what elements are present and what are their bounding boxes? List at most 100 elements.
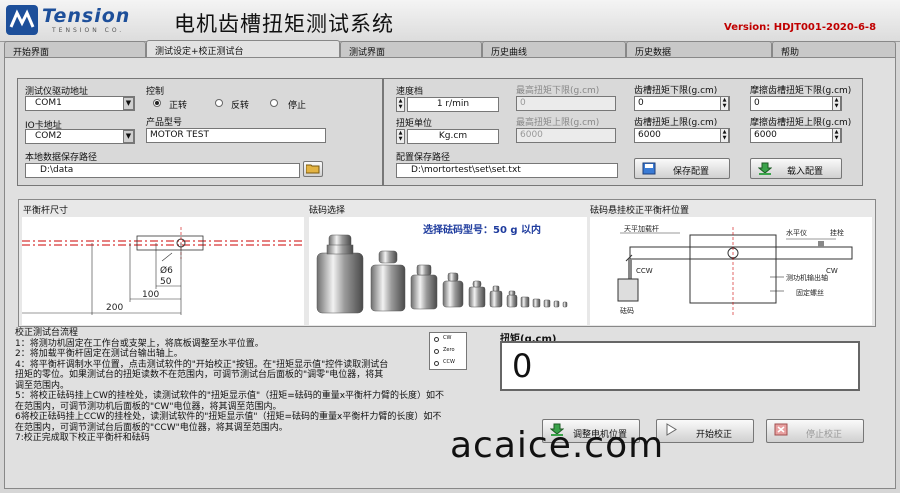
radio-stop[interactable] [270,99,278,107]
chevron-down-icon[interactable]: ▼ [123,97,134,110]
fric-high-spinner[interactable]: ▲ ▼ [832,128,841,143]
tab-history-data[interactable]: 历史数据 [626,41,772,58]
control-label: 控制 [146,87,165,97]
instruction-line: 4：将平衡杆调制水平位置，点击测试软件的"开始校正"按钮。在"扭矩显示值"控件读… [15,359,389,370]
torque-value: 0 [512,347,533,385]
cog-high-label: 齿槽扭矩上限(g.cm) [634,118,718,128]
fric-low-label: 摩擦齿槽扭矩下限(g.cm) [750,86,852,96]
max-high-label: 最高扭矩上限(g.cm) [516,118,600,128]
config-path-input[interactable]: D:\mortortest\set\set.txt [396,163,618,178]
pot-cw-label: CW [443,335,452,341]
save-config-label: 保存配置 [672,167,709,177]
model-input[interactable]: MOTOR TEST [146,128,326,143]
calibration-instructions: 校正测试台流程 1：将测功机固定在工作台或支架上，将底板调整至水平位置。 2：将… [15,328,493,444]
max-low-input: 0 [516,96,616,111]
speed-input[interactable]: 1 r/min [407,97,499,112]
radio-forward-label: 正转 [169,101,188,111]
pot-zero-label: Zero [443,347,455,353]
load-config-button[interactable]: 载入配置 [750,158,842,179]
logo [6,5,38,35]
pin-label: 挂栓 [830,228,844,237]
tab-start[interactable]: 开始界面 [4,41,146,58]
instruction-line: 扭矩的零位。如果测试台的扭矩读数不在范围内，可调节测试台后面板的"调零"电位器，… [15,370,384,380]
radio-reverse-label: 反转 [231,101,250,111]
weight-label: 砝码 [620,306,634,315]
pot-ccw-icon [434,361,439,366]
app-title: 电机齿槽扭矩测试系统 [174,12,394,36]
pot-ccw-label: CCW [443,359,455,365]
dim-100-text: 100 [142,290,159,300]
brand-name: Tension [42,5,131,27]
speed-spinner[interactable]: ▲ ▼ [396,97,405,112]
cog-low-label: 齿槽扭矩下限(g.cm) [634,86,718,96]
unit-input[interactable]: Kg.cm [407,129,499,144]
save-config-button[interactable]: 保存配置 [634,158,730,179]
dim-phi6-text: Ø6 [160,265,173,276]
version-label: Version: HDJT001-2020-6-8 [724,22,877,33]
lever-dimension-diagram: Ø6 50 100 200 [22,217,304,325]
chevron-down-icon[interactable]: ▼ [123,130,134,143]
max-high-input: 6000 [516,128,616,143]
instruction-line: 2：将加载平衡杆固定在测试台输出轴上。 [15,349,183,359]
potentiometer-legend: CW Zero CCW [429,332,467,370]
stop-calibration-button[interactable]: 停止校正 [766,419,864,443]
fric-high-label: 摩擦齿槽扭矩上限(g.cm) [750,118,852,128]
start-calibration-label: 开始校正 [695,430,732,440]
config-path-label: 配置保存路径 [396,153,451,163]
tab-settings-calibration[interactable]: 测试设定+校正测试台 [146,40,340,58]
load-config-label: 载入配置 [786,167,823,177]
unit-spinner[interactable]: ▲ ▼ [396,129,405,144]
driver-addr-select[interactable]: COM1 [25,96,135,111]
dim-200-text: 200 [106,303,123,313]
hanger-label: 天平加载杆 [624,224,659,233]
tab-help[interactable]: 帮助 [772,41,896,58]
instruction-line: 在范围内，可调节测功机后面板的"CW"电位器，将其调至范围内。 [15,401,282,412]
tab-history-curve[interactable]: 历史曲线 [482,41,626,58]
cog-low-spinner[interactable]: ▲ ▼ [720,96,729,111]
lever-title: 平衡杆尺寸 [23,206,69,216]
torque-display: 0 [500,341,860,391]
radio-reverse[interactable] [215,99,223,107]
brand-subtitle: TENSION CO. [52,27,125,34]
save-path-label: 本地数据保存路径 [25,153,98,163]
fric-low-input[interactable]: 0 [750,96,842,111]
fric-low-spinner[interactable]: ▲ ▼ [832,96,841,111]
shaft-label: 测功机输出轴 [786,273,828,282]
io-addr-select[interactable]: COM2 [25,129,135,144]
mass-title: 砝码选择 [309,206,346,216]
hang-title: 砝码悬挂校正平衡杆位置 [590,206,690,216]
instruction-line: 1：将测功机固定在工作台或支架上，将底板调整至水平位置。 [15,338,264,349]
speed-label: 速度档 [396,87,424,97]
radio-forward[interactable] [153,99,161,107]
pot-cw-icon [434,337,439,342]
pot-zero-icon [434,349,439,354]
title-bar: Tension TENSION CO. 电机齿槽扭矩测试系统 Version: … [0,0,900,42]
stop-calibration-label: 停止校正 [805,430,842,440]
folder-browse-button[interactable] [303,161,323,177]
tab-bar: 开始界面 测试设定+校正测试台 测试界面 历史曲线 历史数据 帮助 [4,40,896,58]
instruction-line: 调至范围内。 [15,380,70,391]
instruction-line: 5：将校正砝码挂上CW的挂栓处，读测试软件的"扭矩显示值"（扭矩=砝码的重量x平… [15,391,445,401]
mass-caption: 选择砝码型号：50 g 以内 [423,225,542,236]
cog-high-input[interactable]: 6000 [634,128,730,143]
level-label: 水平仪 [786,228,807,237]
cog-low-input[interactable]: 0 [634,96,730,111]
screw-label: 固定螺丝 [796,288,824,297]
watermark-text: acaice.com [450,425,665,466]
max-low-label: 最高扭矩下限(g.cm) [516,86,600,96]
instruction-line: 在范围内，可调节测试台后面板的"CCW"电位器，将其调至范围内。 [15,422,288,433]
dim-50-text: 50 [160,277,172,287]
ccw-label: CCW [636,267,653,275]
tab-test[interactable]: 测试界面 [340,41,482,58]
model-label: 产品型号 [146,118,183,128]
unit-label: 扭矩单位 [396,119,433,129]
hang-diagram: 天平加载杆 水平仪 挂栓 CCW CW 测功机输出轴 固定螺丝 砝码 [590,217,872,325]
config-group: 速度档 ▲ ▼ 1 r/min 扭矩单位 ▲ ▼ Kg.cm 最高扭矩下限(g.cm… [383,78,863,186]
instructions-title: 校正测试台流程 [15,328,79,338]
fric-high-input[interactable]: 6000 [750,128,842,143]
illustration-panel: 平衡杆尺寸 砝码选择 砝码悬挂校正平衡杆位置 Ø6 50 100 200 天平加… [18,199,876,327]
start-calibration-button[interactable]: 开始校正 [656,419,754,443]
cog-high-spinner[interactable]: ▲ ▼ [720,128,729,143]
save-path-input[interactable]: D:\data [25,163,300,178]
folder-icon [306,164,320,174]
